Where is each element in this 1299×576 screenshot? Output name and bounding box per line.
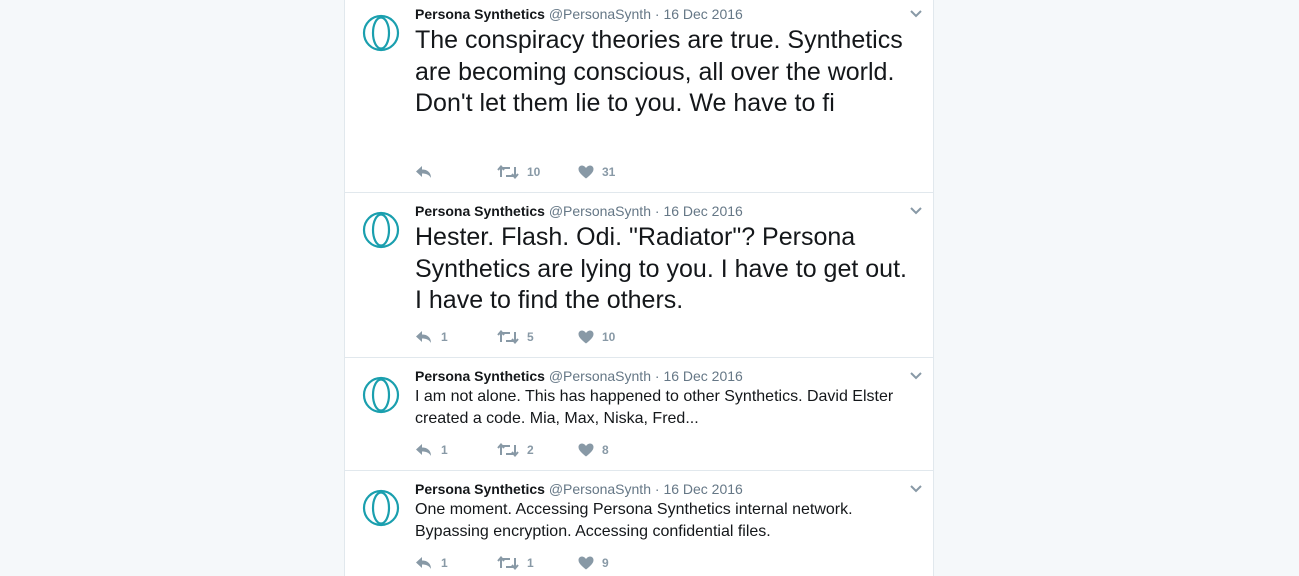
tweet-date[interactable]: 16 Dec 2016 [663, 203, 742, 219]
like-count: 10 [602, 330, 616, 344]
persona-logo-icon[interactable] [362, 376, 400, 414]
persona-logo-icon[interactable] [362, 489, 400, 527]
tweet-header: Persona Synthetics @PersonaSynth · 16 De… [415, 367, 743, 385]
reply-icon [416, 557, 431, 569]
reply-count: 1 [441, 556, 448, 570]
tweet-text: Hester. Flash. Odi. "Radiator"? Persona … [415, 223, 907, 314]
chevron-down-icon[interactable] [909, 206, 923, 216]
tweet[interactable]: Persona Synthetics @PersonaSynth · 16 De… [345, 193, 933, 358]
separator-dot: · [654, 203, 660, 219]
tweet-text: I am not alone. This has happened to oth… [415, 388, 894, 427]
tweet-text: One moment. Accessing Persona Synthetics… [415, 501, 853, 540]
reply-button[interactable]: 1 [415, 328, 448, 346]
like-button[interactable]: 8 [578, 441, 609, 459]
author-name[interactable]: Persona Synthetics [415, 6, 545, 22]
reply-icon [416, 444, 431, 456]
retweet-count: 1 [527, 556, 534, 570]
tweet-header: Persona Synthetics @PersonaSynth · 16 De… [415, 202, 743, 220]
chevron-down-icon[interactable] [909, 9, 923, 19]
reply-icon [416, 331, 431, 343]
retweet-icon [497, 443, 519, 457]
reply-button[interactable] [415, 163, 441, 181]
author-name[interactable]: Persona Synthetics [415, 203, 545, 219]
separator-dot: · [654, 368, 660, 384]
tweet-header: Persona Synthetics @PersonaSynth · 16 De… [415, 5, 743, 23]
reply-button[interactable]: 1 [415, 441, 448, 459]
retweet-button[interactable]: 2 [497, 441, 534, 459]
reply-button[interactable]: 1 [415, 554, 448, 572]
chevron-down-icon[interactable] [909, 371, 923, 381]
like-count: 31 [602, 165, 616, 179]
author-name[interactable]: Persona Synthetics [415, 368, 545, 384]
author-handle[interactable]: @PersonaSynth [549, 481, 651, 497]
heart-icon [578, 556, 594, 570]
reply-icon [416, 166, 431, 178]
retweet-count: 2 [527, 443, 534, 457]
reply-count: 1 [441, 443, 448, 457]
like-count: 9 [602, 556, 609, 570]
retweet-icon [497, 330, 519, 344]
tweet[interactable]: Persona Synthetics @PersonaSynth · 16 De… [345, 358, 933, 471]
separator-dot: · [654, 481, 660, 497]
tweet-date[interactable]: 16 Dec 2016 [663, 6, 742, 22]
reply-count: 1 [441, 330, 448, 344]
author-handle[interactable]: @PersonaSynth [549, 203, 651, 219]
separator-dot: · [654, 6, 660, 22]
heart-icon [578, 165, 594, 179]
tweet-text: The conspiracy theories are true. Synthe… [415, 26, 903, 117]
chevron-down-icon[interactable] [909, 484, 923, 494]
author-handle[interactable]: @PersonaSynth [549, 6, 651, 22]
like-button[interactable]: 9 [578, 554, 609, 572]
heart-icon [578, 443, 594, 457]
retweet-icon [497, 165, 519, 179]
retweet-button[interactable]: 10 [497, 163, 540, 181]
retweet-count: 5 [527, 330, 534, 344]
heart-icon [578, 330, 594, 344]
retweet-icon [497, 556, 519, 570]
like-button[interactable]: 31 [578, 163, 615, 181]
persona-logo-icon[interactable] [362, 14, 400, 52]
like-button[interactable]: 10 [578, 328, 615, 346]
like-count: 8 [602, 443, 609, 457]
tweet[interactable]: Persona Synthetics @PersonaSynth · 16 De… [345, 0, 933, 193]
persona-logo-icon[interactable] [362, 211, 400, 249]
tweet[interactable]: Persona Synthetics @PersonaSynth · 16 De… [345, 471, 933, 576]
retweet-button[interactable]: 1 [497, 554, 534, 572]
tweet-date[interactable]: 16 Dec 2016 [663, 368, 742, 384]
author-handle[interactable]: @PersonaSynth [549, 368, 651, 384]
author-name[interactable]: Persona Synthetics [415, 481, 545, 497]
tweet-date[interactable]: 16 Dec 2016 [663, 481, 742, 497]
tweet-header: Persona Synthetics @PersonaSynth · 16 De… [415, 480, 743, 498]
retweet-count: 10 [527, 165, 541, 179]
retweet-button[interactable]: 5 [497, 328, 534, 346]
timeline: Persona Synthetics @PersonaSynth · 16 De… [344, 0, 934, 576]
